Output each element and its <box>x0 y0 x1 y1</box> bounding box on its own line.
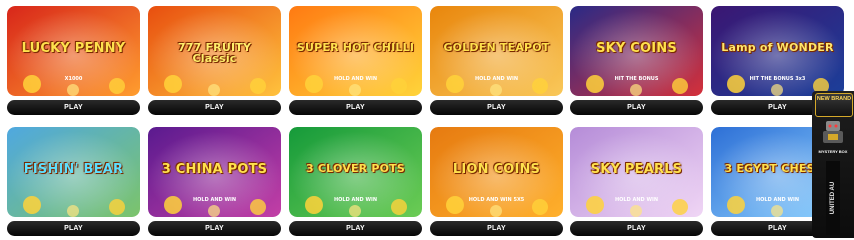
play-button[interactable]: PLAY <box>7 221 140 236</box>
game-subtitle: HOLD AND WIN <box>333 197 378 203</box>
play-button[interactable]: PLAY <box>7 100 140 115</box>
game-subtitle: HOLD AND WIN 5X5 <box>468 197 525 203</box>
game-title: Lamp of WONDER <box>721 41 834 54</box>
game-tile[interactable]: SUPER HOT CHILLI HOLD AND WIN <box>289 6 422 96</box>
game-title: GOLDEN TEAPOT <box>443 41 550 54</box>
game-title: 777 FRUITY Classic <box>177 41 252 65</box>
play-button[interactable]: PLAY <box>570 221 703 236</box>
game-tile[interactable]: LION COINS HOLD AND WIN 5X5 <box>430 127 563 217</box>
game-tile[interactable]: GOLDEN TEAPOT HOLD AND WIN <box>430 6 563 96</box>
game-title: SUPER HOT CHILLI <box>296 41 415 54</box>
game-subtitle: HOLD AND WIN <box>192 197 237 203</box>
games-grid: LUCKY PENNY X1000 PLAY 777 FRUITY Classic PL… <box>0 0 854 240</box>
play-button[interactable]: PLAY <box>148 221 281 236</box>
game-subtitle: HOLD AND WIN <box>474 76 519 82</box>
game-subtitle: HOLD AND WIN <box>333 76 378 82</box>
game-subtitle: X1000 <box>64 76 83 82</box>
game-tile[interactable]: 777 FRUITY Classic <box>148 6 281 96</box>
game-tile[interactable]: Lamp of WONDER HIT THE BONUS 3x3 <box>711 6 844 96</box>
brand-vertical-strip: UNITED AU <box>826 161 840 235</box>
game-title: LION COINS <box>452 162 541 177</box>
game-subtitle: HIT THE BONUS 3x3 <box>749 76 806 82</box>
play-button[interactable]: PLAY <box>289 100 422 115</box>
game-tile[interactable]: LUCKY PENNY X1000 <box>7 6 140 96</box>
game-subtitle: HOLD AND WIN <box>614 197 659 203</box>
play-button[interactable]: PLAY <box>430 100 563 115</box>
game-title: FISHIN' BEAR <box>23 162 124 177</box>
game-tile[interactable]: SKY PEARLS HOLD AND WIN <box>570 127 703 217</box>
game-title: SKY COINS <box>596 41 677 56</box>
mystery-box-robot-icon <box>823 121 843 143</box>
play-button[interactable]: PLAY <box>148 100 281 115</box>
game-title: 3 CLOVER POTS <box>306 162 405 175</box>
play-button[interactable]: PLAY <box>430 221 563 236</box>
game-tile[interactable]: 3 CHINA POTS HOLD AND WIN <box>148 127 281 217</box>
play-button[interactable]: PLAY <box>570 100 703 115</box>
game-tile[interactable]: FISHIN' BEAR <box>7 127 140 217</box>
new-brand-side-badge[interactable]: NEW BRAND MYSTERY BOX UNITED AU <box>812 91 854 238</box>
mystery-box-label: MYSTERY BOX <box>818 149 848 154</box>
play-button[interactable]: PLAY <box>289 221 422 236</box>
new-brand-label: NEW BRAND <box>815 93 853 117</box>
game-tile[interactable]: SKY COINS HIT THE BONUS <box>570 6 703 96</box>
game-title: LUCKY PENNY <box>21 41 126 56</box>
game-title: 3 CHINA POTS <box>161 162 268 177</box>
brand-vertical-text: UNITED AU <box>830 181 836 215</box>
game-tile[interactable]: 3 CLOVER POTS HOLD AND WIN <box>289 127 422 217</box>
game-subtitle: HIT THE BONUS <box>614 76 659 82</box>
game-title: SKY PEARLS <box>590 162 683 177</box>
